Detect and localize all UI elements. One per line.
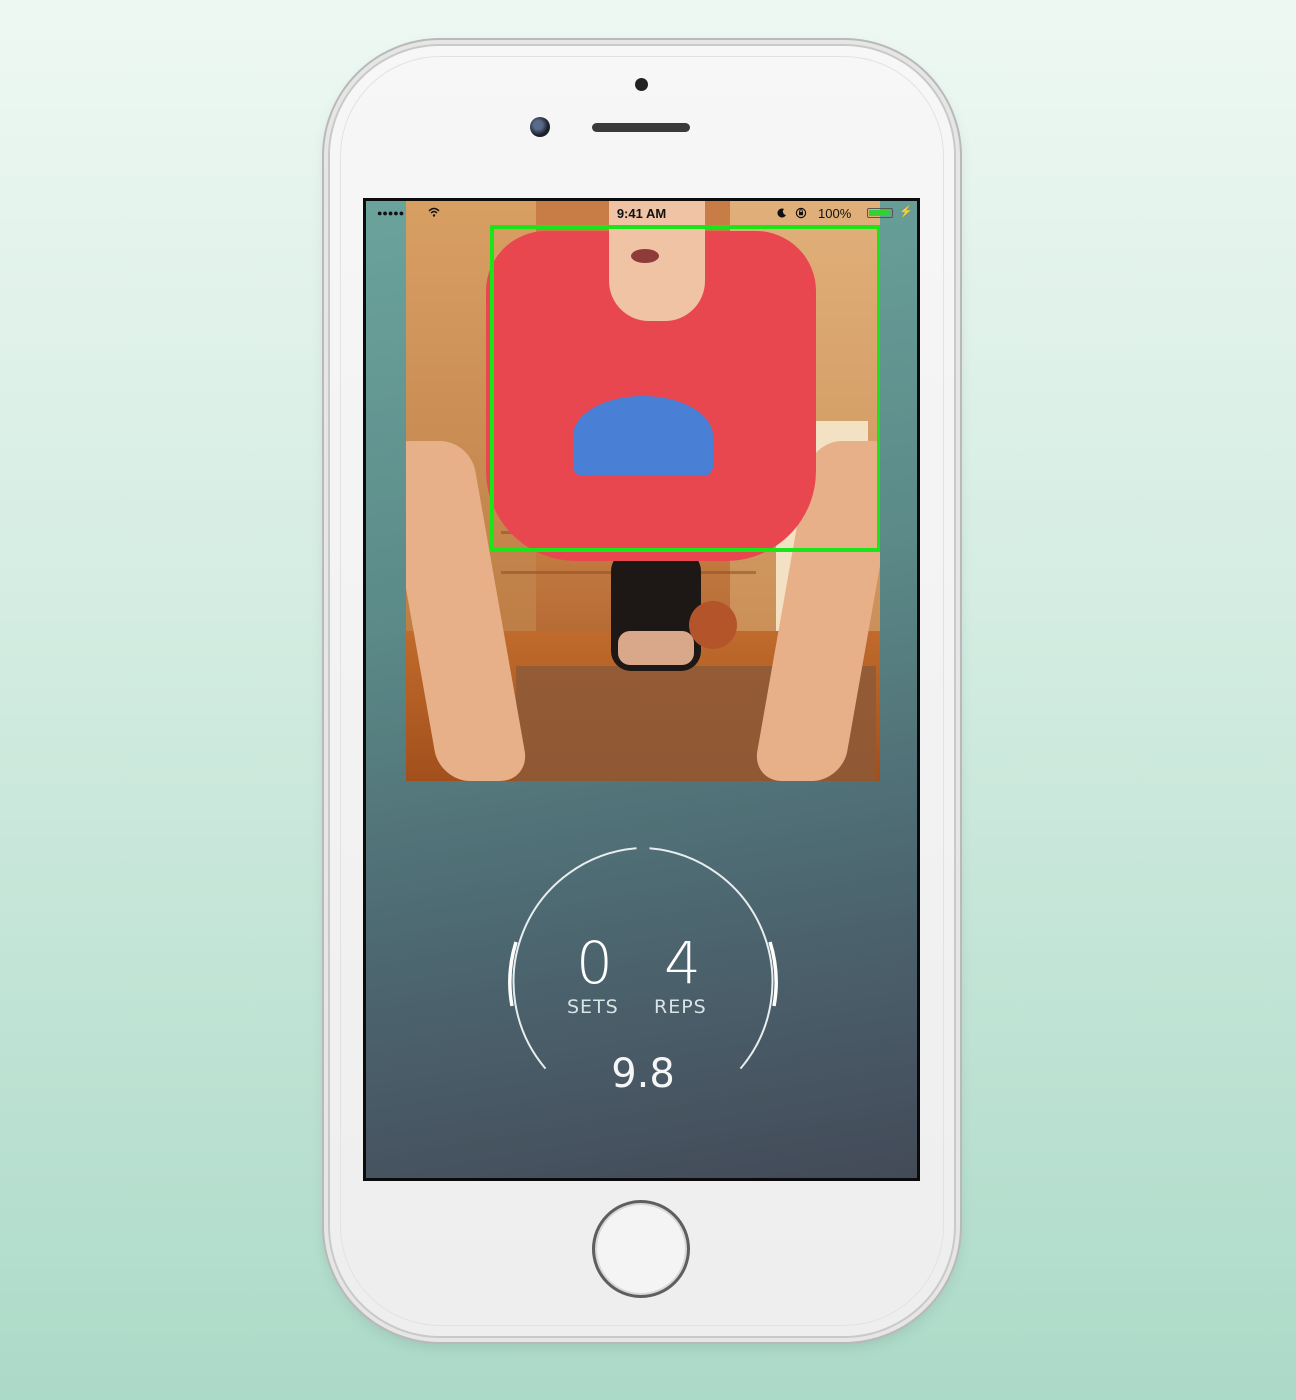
battery-percent: 100% [818, 206, 852, 221]
home-button[interactable] [592, 1200, 690, 1298]
camera-person-feet [618, 631, 694, 665]
battery-fill [869, 210, 891, 216]
sets-count: 0 [576, 929, 614, 997]
front-camera-icon [530, 117, 550, 137]
charging-icon: ⚡ [899, 206, 913, 218]
status-bar: ●●●●● 9:41 AM 100% ⚡ [366, 201, 917, 225]
phone-screen: ●●●●● 9:41 AM 100% ⚡ 0 4 SETS REPS 9.8 [363, 198, 920, 1181]
battery-icon [867, 208, 893, 218]
proximity-sensor [635, 78, 648, 91]
reps-count: 4 [664, 929, 702, 997]
sets-label: SETS [567, 996, 619, 1018]
earpiece-speaker [592, 123, 690, 132]
pose-detection-box [490, 225, 880, 552]
moon-icon [777, 208, 786, 218]
camera-preview [406, 201, 880, 781]
workout-timer: 9.8 [611, 1051, 675, 1097]
dial-ring [508, 847, 778, 1070]
app-background: ●●●●● 9:41 AM 100% ⚡ 0 4 SETS REPS 9.8 [366, 201, 917, 1178]
camera-basketball [689, 601, 737, 649]
rotation-lock-icon [795, 207, 807, 219]
reps-label: REPS [654, 996, 707, 1018]
rep-counter-dial: 0 4 SETS REPS 9.8 [506, 846, 780, 1096]
